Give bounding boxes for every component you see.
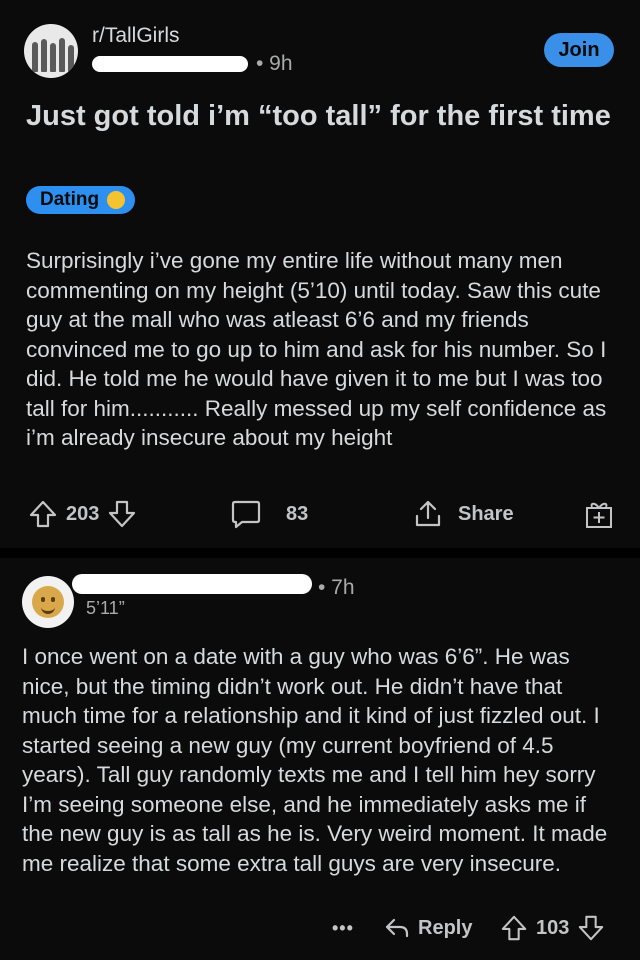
more-options-button[interactable]: •••: [332, 910, 354, 946]
upvote-button[interactable]: 203: [28, 496, 137, 532]
post-card: r/TallGirls • 9h Join Just got told i’m …: [0, 0, 640, 548]
avatar-figure: [59, 38, 65, 72]
comment-card: • 7h 5’11” I once went on a date with a …: [0, 558, 640, 960]
upvote-arrow-icon: [29, 500, 57, 528]
commenter-avatar[interactable]: [22, 576, 74, 628]
avatar-mouth: [41, 605, 55, 614]
comment-action-bar: ••• Reply 103: [0, 910, 640, 946]
avatar-figure: [68, 45, 74, 72]
comment-body: I once went on a date with a guy who was…: [22, 644, 608, 876]
downvote-arrow-icon[interactable]: [107, 499, 137, 529]
post-flair[interactable]: Dating: [26, 186, 136, 214]
comment-upvote-button[interactable]: 103: [500, 910, 605, 946]
avatar-figure: [41, 39, 47, 72]
avatar-figure: [50, 43, 56, 72]
smiling-face-icon: [107, 191, 126, 209]
avatar-figure: [32, 42, 38, 72]
subreddit-avatar[interactable]: [24, 24, 78, 78]
share-icon: [415, 500, 441, 527]
reply-label: Reply: [418, 916, 473, 939]
comment-vote-count: 103: [536, 916, 570, 939]
post-action-bar: 203 83 Share: [0, 496, 640, 532]
reply-button[interactable]: Reply: [384, 910, 472, 946]
subreddit-name[interactable]: r/TallGirls: [92, 24, 180, 48]
cookie-face-icon: [32, 586, 64, 618]
upvote-arrow-icon: [501, 915, 527, 941]
award-button[interactable]: [584, 496, 614, 532]
comment-count: 83: [286, 502, 309, 525]
redacted-commenter-username: [72, 574, 312, 594]
comment-time: • 7h: [318, 576, 355, 599]
share-button[interactable]: Share: [412, 496, 514, 532]
section-divider: [0, 548, 640, 558]
downvote-arrow-icon[interactable]: [577, 914, 605, 942]
upvote-count: 203: [66, 502, 100, 525]
flair-label: Dating: [40, 189, 100, 210]
reply-arrow-icon: [385, 918, 409, 938]
avatar-eye: [51, 597, 55, 602]
gift-award-icon: [586, 502, 612, 528]
comments-button[interactable]: 83: [230, 496, 308, 532]
join-button[interactable]: Join: [544, 33, 614, 67]
comment-bubble-icon: [231, 500, 261, 529]
commenter-flair: 5’11”: [86, 598, 125, 618]
share-label: Share: [458, 502, 514, 525]
post-title[interactable]: Just got told i’m “too tall” for the fir…: [26, 98, 616, 135]
post-body: Surprisingly i’ve gone my entire life wi…: [26, 248, 607, 450]
avatar-eye: [41, 597, 45, 602]
redacted-username: [92, 56, 248, 72]
post-time: • 9h: [256, 52, 293, 75]
